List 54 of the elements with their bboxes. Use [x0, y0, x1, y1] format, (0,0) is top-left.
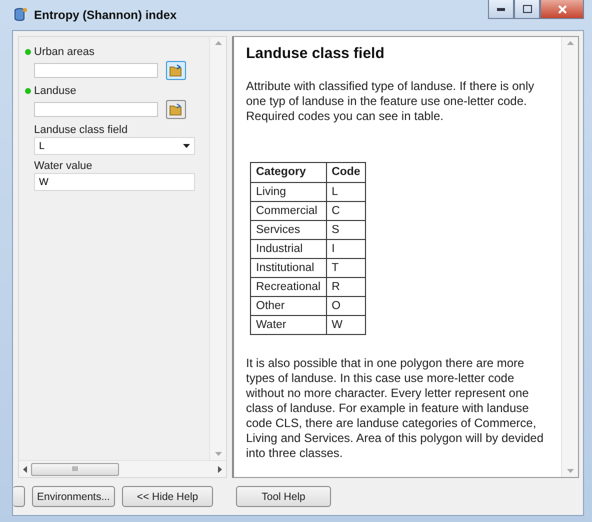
- hide-help-button[interactable]: << Hide Help: [122, 486, 213, 507]
- table-cell: W: [326, 316, 366, 334]
- scroll-down-icon: [566, 469, 574, 473]
- folder-icon: [169, 64, 183, 77]
- minimize-button[interactable]: [488, 0, 514, 19]
- folder-icon: [169, 103, 183, 116]
- table-cell: O: [326, 296, 366, 316]
- parameter-label: Landuse class field: [34, 124, 128, 136]
- table-cell: Industrial: [250, 240, 326, 258]
- table-cell: Living: [250, 182, 326, 202]
- help-paragraph: It is also possible that in one polygon there are more types of landuse. In this case use more-letter code without no more character. Every letter represent one class of landuse. For example in feature with landuse code CLS, there are landuse categories of Commerce, Living and Services. Area of this polygon will by devided into three classes.: [246, 356, 545, 461]
- dropdown-field[interactable]: L: [34, 137, 195, 155]
- parameter-label: Landuse: [34, 85, 76, 97]
- table-cell: S: [326, 220, 366, 240]
- column-header: Code: [326, 162, 366, 182]
- scroll-up-icon: [214, 41, 222, 45]
- help-paragraph: Attribute with classified type of landuse. If there is only one typ of landuse in the feature use one-letter code. Required codes you can see in table.: [246, 79, 536, 124]
- vertical-scrollbar[interactable]: [209, 37, 226, 460]
- maximize-icon: [522, 5, 532, 13]
- column-header: Category: [250, 162, 326, 182]
- tool-help-button[interactable]: Tool Help: [236, 486, 331, 507]
- close-button[interactable]: [540, 0, 584, 19]
- table-cell: L: [326, 182, 366, 202]
- scroll-up-icon: [566, 41, 574, 45]
- table-cell: T: [326, 258, 366, 278]
- table-cell: R: [326, 278, 366, 296]
- help-title: Landuse class field: [246, 46, 386, 61]
- maximize-button[interactable]: [514, 0, 540, 19]
- table-cell: Services: [250, 220, 326, 240]
- scroll-left-icon: [23, 466, 27, 472]
- vertical-scrollbar[interactable]: [561, 37, 578, 477]
- input-field[interactable]: [34, 102, 158, 117]
- table-cell: Other: [250, 296, 326, 316]
- table-cell: C: [326, 202, 366, 220]
- scroll-down-icon: [214, 452, 222, 456]
- browse-button[interactable]: [166, 61, 186, 80]
- script-icon: [12, 7, 28, 23]
- parameter-label: Water value: [34, 160, 92, 172]
- environments-button[interactable]: Environments...: [32, 486, 115, 507]
- input-field[interactable]: [34, 63, 158, 78]
- close-icon: [558, 4, 566, 14]
- table-cell: Recreational: [250, 278, 326, 296]
- browse-button[interactable]: [166, 100, 186, 119]
- window-title: Entropy (Shannon) index: [34, 8, 178, 22]
- minimize-icon: [497, 8, 505, 10]
- table-cell: Water: [250, 316, 326, 334]
- table-cell: Commercial: [250, 202, 326, 220]
- table-cell: Institutional: [250, 258, 326, 278]
- scroll-right-icon: [218, 466, 222, 472]
- parameter-label: Urban areas: [34, 46, 95, 58]
- cut-off-button[interactable]: [13, 486, 25, 507]
- table-cell: I: [326, 240, 366, 258]
- dropdown-arrow-icon: [183, 144, 190, 148]
- input-field[interactable]: W: [34, 173, 195, 191]
